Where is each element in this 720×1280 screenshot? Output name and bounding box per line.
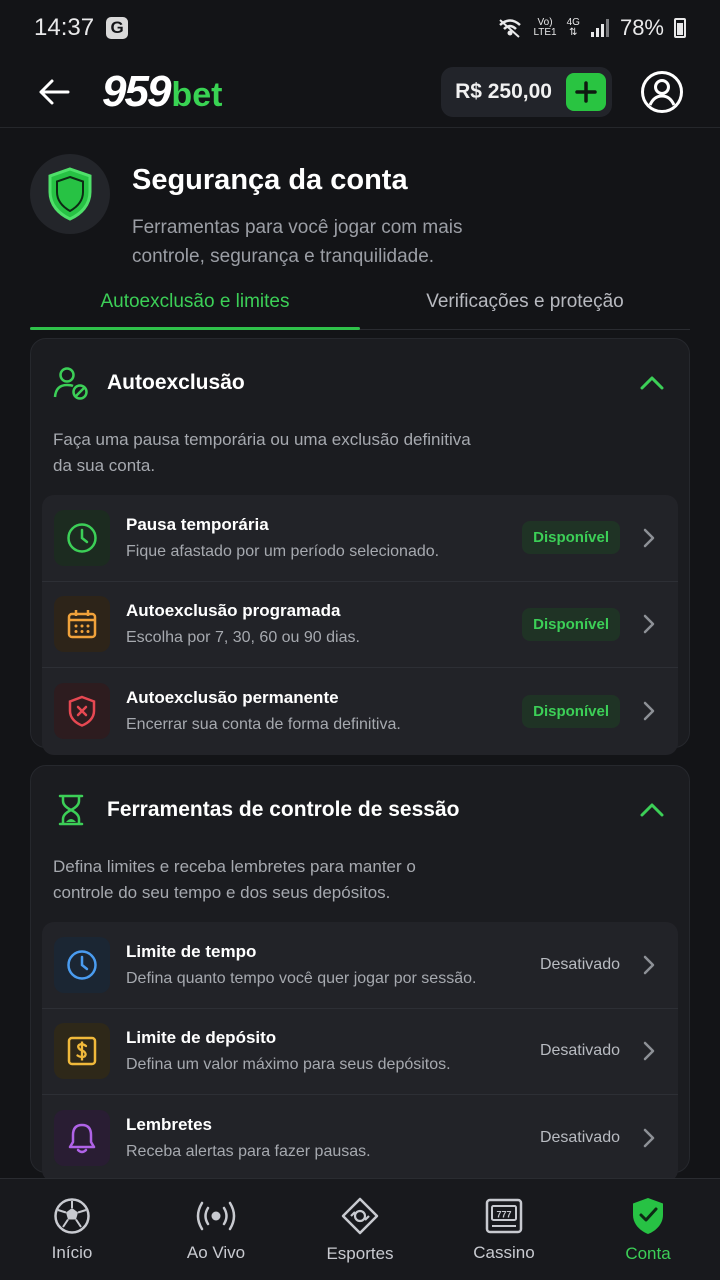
nav-item-casino[interactable]: 777 Cassino xyxy=(432,1179,576,1280)
session-tools-header[interactable]: Ferramentas de controle de sessão xyxy=(31,766,689,854)
autoexclusion-card: Autoexclusão Faça uma pausa temporária o… xyxy=(30,338,690,755)
chevron-right-icon xyxy=(643,1129,655,1148)
user-profile-icon[interactable] xyxy=(640,70,684,114)
icon-box xyxy=(54,596,110,653)
signal-icon xyxy=(590,19,609,37)
bottom-navigation: Início Ao Vivo Esportes 777 Cassino Cont… xyxy=(0,1178,720,1280)
bell-icon xyxy=(68,1124,96,1154)
nav-label: Esportes xyxy=(326,1243,394,1263)
nav-item-sports[interactable]: Esportes xyxy=(288,1179,432,1280)
status-time: 14:37 xyxy=(34,14,95,41)
hourglass-icon xyxy=(58,794,84,826)
list-item-permanent-exclusion[interactable]: Autoexclusão permanente Encerrar sua con… xyxy=(42,668,678,755)
item-subtitle: Encerrar sua conta de forma definitiva. xyxy=(126,716,401,734)
battery-percent: 78% xyxy=(619,15,664,40)
autoexclusion-list: Pausa temporária Fique afastado por um p… xyxy=(42,495,678,755)
shield-x-icon xyxy=(68,695,96,728)
icon-box xyxy=(54,683,110,740)
list-item-deposit-limit[interactable]: Limite de depósito Defina um valor máxim… xyxy=(42,1009,678,1095)
soccer-ball-icon xyxy=(54,1197,90,1234)
item-title: Pausa temporária xyxy=(126,514,269,534)
item-title: Limite de depósito xyxy=(126,1028,277,1048)
chevron-right-icon xyxy=(643,955,655,974)
page-title: Segurança da conta xyxy=(132,164,408,196)
user-block-icon xyxy=(53,367,88,400)
nav-item-account[interactable]: Conta xyxy=(576,1179,720,1280)
session-tools-title: Ferramentas de controle de sessão xyxy=(107,798,460,821)
list-item-scheduled-exclusion[interactable]: Autoexclusão programada Escolha por 7, 3… xyxy=(42,582,678,668)
icon-box xyxy=(54,936,110,993)
icon-box xyxy=(54,509,110,566)
status-badge: Disponível xyxy=(522,521,620,555)
autoexclusion-header[interactable]: Autoexclusão xyxy=(31,339,689,427)
brand-logo[interactable]: 959 bet xyxy=(102,67,222,117)
icon-box xyxy=(54,1110,110,1167)
chevron-right-icon xyxy=(643,528,655,547)
autoexclusion-description: Faça uma pausa temporária ou uma exclusã… xyxy=(53,430,471,475)
item-subtitle: Defina um valor máximo para seus depósit… xyxy=(126,1056,451,1074)
add-funds-button[interactable] xyxy=(566,72,606,111)
tab-autoexclusion-limits[interactable]: Autoexclusão e limites xyxy=(30,274,360,330)
chevron-up-icon[interactable] xyxy=(637,368,667,398)
icon-box xyxy=(54,1023,110,1080)
chevron-right-icon xyxy=(643,615,655,634)
list-item-reminders[interactable]: Lembretes Receba alertas para fazer paus… xyxy=(42,1095,678,1182)
nav-item-live[interactable]: Ao Vivo xyxy=(144,1179,288,1280)
calendar-icon xyxy=(67,610,97,639)
ticket-icon xyxy=(341,1197,379,1234)
tab-bar: Autoexclusão e limites Verificações e pr… xyxy=(30,274,690,330)
item-subtitle: Defina quanto tempo você quer jogar por … xyxy=(126,969,477,987)
dollar-icon xyxy=(67,1037,97,1066)
nav-label: Cassino xyxy=(473,1242,535,1262)
chevron-right-icon xyxy=(643,702,655,721)
page-hero: Segurança da conta Ferramentas para você… xyxy=(30,154,690,271)
clock-icon xyxy=(67,950,97,980)
session-tools-list: Limite de tempo Defina quanto tempo você… xyxy=(42,922,678,1182)
list-item-time-limit[interactable]: Limite de tempo Defina quanto tempo você… xyxy=(42,922,678,1009)
item-subtitle: Escolha por 7, 30, 60 ou 90 dias. xyxy=(126,629,360,647)
autoexclusion-title: Autoexclusão xyxy=(107,371,245,394)
live-icon xyxy=(196,1201,236,1230)
balance-widget[interactable]: R$ 250,00 xyxy=(441,66,612,117)
google-icon: G xyxy=(106,17,129,39)
back-button[interactable] xyxy=(36,74,72,110)
list-item-temporary-pause[interactable]: Pausa temporária Fique afastado por um p… xyxy=(42,495,678,582)
item-title: Autoexclusão programada xyxy=(126,601,341,621)
status-text: Desativado xyxy=(539,1042,620,1060)
session-tools-description: Defina limites e receba lembretes para m… xyxy=(53,857,416,902)
status-badge: Disponível xyxy=(522,694,620,728)
nav-label: Ao Vivo xyxy=(186,1242,246,1262)
status-text: Desativado xyxy=(539,955,620,973)
plus-icon xyxy=(575,80,597,103)
svg-text:777: 777 xyxy=(496,1209,511,1219)
item-subtitle: Receba alertas para fazer pausas. xyxy=(126,1143,371,1161)
app-header: 959 bet R$ 250,00 xyxy=(0,56,720,128)
clock-icon xyxy=(67,523,97,553)
arrow-left-icon xyxy=(39,79,70,104)
page-subtitle: Ferramentas para você jogar com mais con… xyxy=(132,217,463,267)
wifi-calling-icon xyxy=(499,19,522,38)
volte-indicator: Vo) LTE1 xyxy=(533,17,557,38)
item-title: Lembretes xyxy=(126,1115,212,1135)
item-title: Limite de tempo xyxy=(126,941,257,961)
nav-label: Conta xyxy=(625,1243,671,1263)
status-bar: 14:37 G Vo) LTE1 4G ⇅ 78% xyxy=(0,0,720,56)
network-4g-indicator: 4G ⇅ xyxy=(566,17,580,38)
shield-badge xyxy=(30,154,110,234)
shield-check-icon xyxy=(633,1197,663,1234)
status-text: Desativado xyxy=(539,1129,620,1147)
item-subtitle: Fique afastado por um período selecionad… xyxy=(126,542,440,560)
balance-amount: R$ 250,00 xyxy=(455,79,552,103)
nav-label: Início xyxy=(51,1242,93,1262)
battery-icon xyxy=(674,18,686,38)
slot-machine-icon: 777 xyxy=(485,1198,523,1233)
status-badge: Disponível xyxy=(522,607,620,641)
tab-verifications-protection[interactable]: Verificações e proteção xyxy=(360,274,690,329)
nav-item-home[interactable]: Início xyxy=(0,1179,144,1280)
chevron-right-icon xyxy=(643,1042,655,1061)
session-tools-card: Ferramentas de controle de sessão Defina… xyxy=(30,765,690,1182)
shield-icon xyxy=(48,167,92,221)
chevron-up-icon[interactable] xyxy=(637,795,667,825)
item-title: Autoexclusão permanente xyxy=(126,688,339,708)
